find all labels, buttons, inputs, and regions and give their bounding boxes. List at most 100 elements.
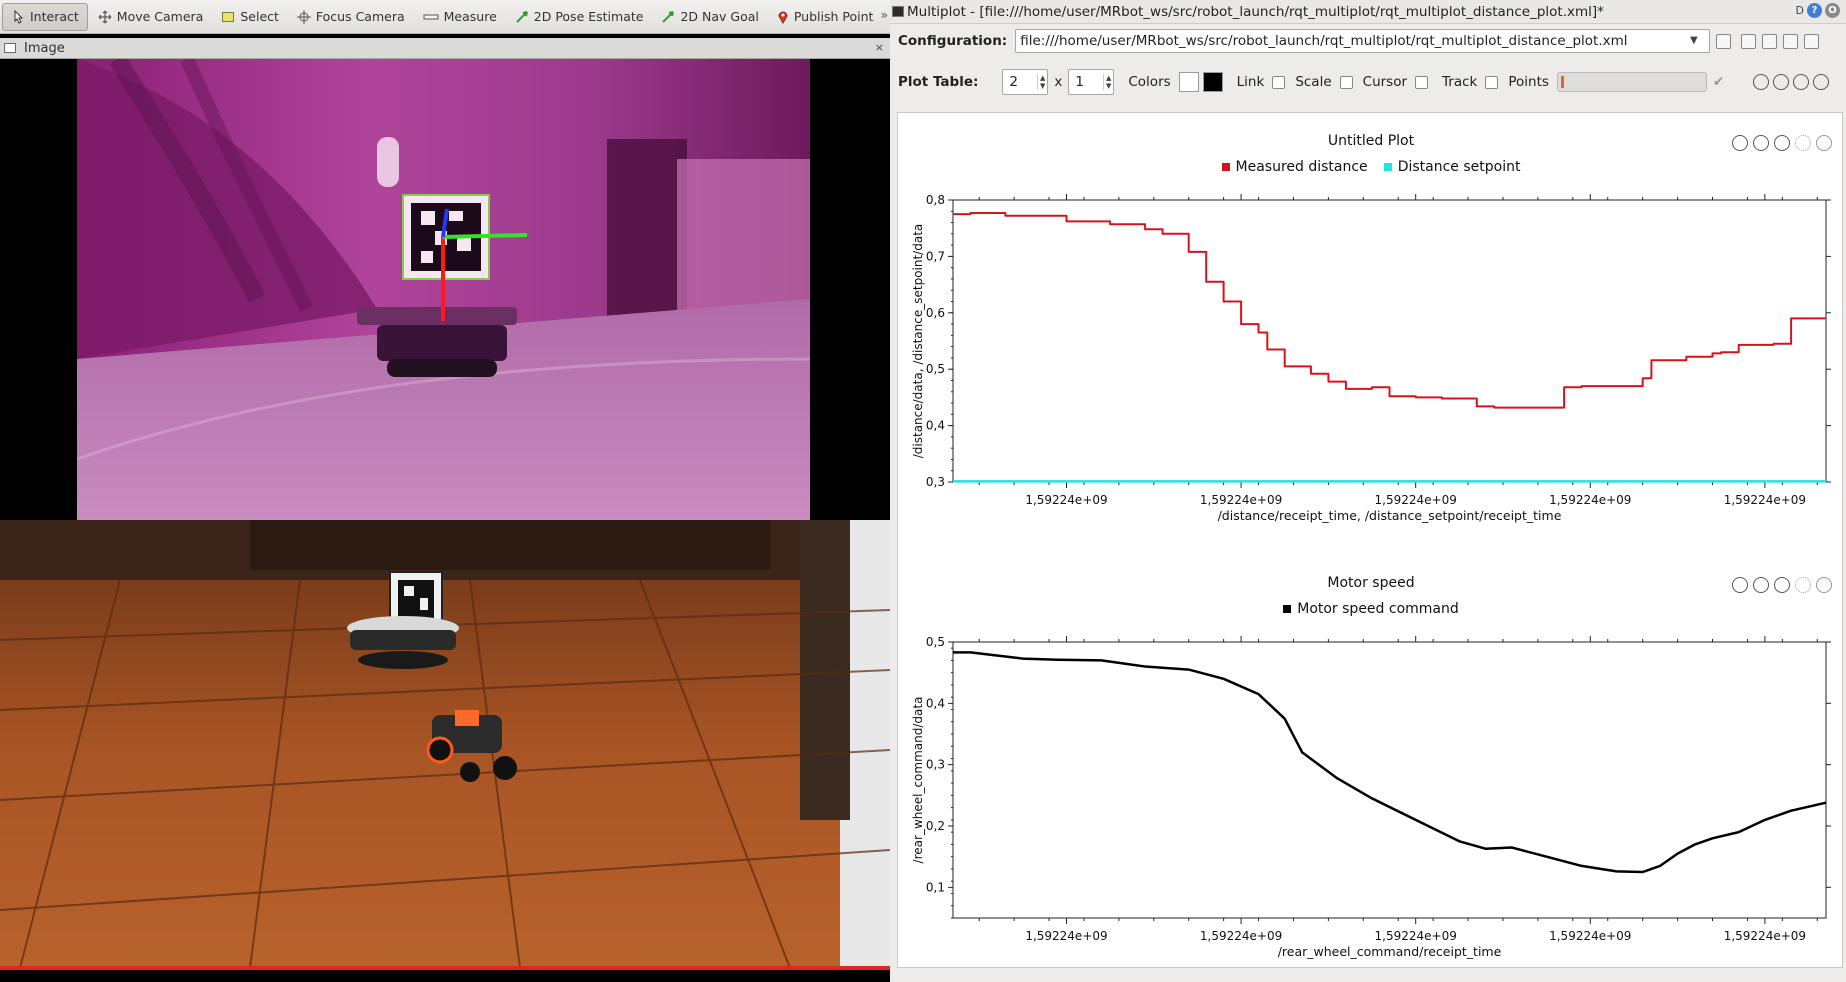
x-tick-label: 1,59224e+09 — [1724, 929, 1806, 943]
play-icon[interactable] — [1752, 74, 1769, 90]
configuration-input[interactable] — [1015, 29, 1711, 53]
close-icon[interactable]: × — [875, 41, 884, 54]
camera-feed-image — [77, 59, 810, 520]
x-tick-label: 1,59224e+09 — [1025, 493, 1107, 507]
export-plot-icon[interactable] — [1774, 135, 1790, 151]
link-checkbox[interactable] — [1272, 75, 1286, 89]
plot-frame — [952, 641, 1827, 919]
save-config-icon[interactable] — [1783, 33, 1799, 49]
settings-icon[interactable] — [1795, 135, 1811, 151]
tool-label: Publish Point — [793, 9, 874, 24]
tool-publish-point[interactable]: Publish Point — [769, 3, 882, 31]
x-tick-label: 1,59224e+09 — [1375, 929, 1457, 943]
clear-icon[interactable] — [1792, 74, 1809, 90]
track-checkbox[interactable] — [1485, 75, 1499, 89]
tool-focus-camera[interactable]: Focus Camera — [289, 3, 413, 31]
image-panel-title: Image — [24, 40, 65, 56]
plot-table-row: Plot Table: 2 ▲ ▼ x 1 ▲ ▼ Colors Link Scal… — [890, 66, 1846, 98]
room-camera-photo — [0, 520, 890, 968]
tool-measure[interactable]: Measure — [415, 3, 505, 31]
x-tick-label: 1,59224e+09 — [1375, 493, 1457, 507]
plot-tools — [1732, 577, 1832, 593]
spin-arrows-icon[interactable]: ▲ ▼ — [1102, 74, 1111, 90]
save-as-config-icon[interactable] — [1804, 33, 1820, 49]
y-axis-label: /distance/data, /distance_setpoint/data — [911, 224, 925, 459]
x-tick-label: 1,59224e+09 — [1200, 929, 1282, 943]
reload-config-icon[interactable] — [1716, 33, 1732, 49]
tool-label: Move Camera — [116, 9, 204, 24]
nav-goal-arrow-icon — [662, 10, 675, 23]
y-tick-label: 0,4 — [926, 696, 945, 710]
plot-legend: Motor speed command — [898, 601, 1844, 617]
configuration-row: Configuration: ▼ — [890, 26, 1846, 56]
x-axis-label: /rear_wheel_command/receipt_time — [1278, 944, 1502, 959]
export-icon[interactable] — [1812, 74, 1829, 90]
clear-plot-icon[interactable] — [1753, 577, 1769, 593]
pause-icon[interactable] — [1772, 74, 1789, 90]
plot-table-label: Plot Table: — [898, 74, 979, 90]
new-config-icon[interactable] — [1741, 33, 1757, 49]
y-tick-label: 0,2 — [926, 819, 945, 833]
settings-icon[interactable] — [1795, 577, 1811, 593]
link-label: Link — [1236, 74, 1265, 90]
y-tick-label: 0,6 — [926, 306, 945, 320]
scale-checkbox[interactable] — [1339, 75, 1353, 89]
rows-spinbox[interactable]: 2 ▲ ▼ — [1002, 69, 1049, 95]
export-plot-icon[interactable] — [1774, 577, 1790, 593]
y-tick-label: 0,5 — [926, 362, 945, 376]
rows-value: 2 — [1009, 74, 1018, 90]
cols-spinbox[interactable]: 1 ▲ ▼ — [1068, 69, 1115, 95]
map-pin-icon — [778, 11, 788, 24]
plot-title: Untitled Plot — [1327, 133, 1415, 149]
cursor-checkbox[interactable] — [1415, 75, 1429, 89]
tool-2d-nav-goal[interactable]: 2D Nav Goal — [653, 3, 766, 31]
zoom-icon[interactable] — [1816, 135, 1832, 151]
cursor-label: Cursor — [1362, 74, 1408, 90]
zoom-icon[interactable] — [1816, 577, 1832, 593]
plot-title: Motor speed — [1327, 575, 1415, 591]
dock-button[interactable]: D — [1796, 4, 1804, 17]
plot-legend: Measured distance Distance setpoint — [898, 159, 1844, 175]
pause-plot-icon[interactable] — [1732, 577, 1748, 593]
slider-handle[interactable] — [1560, 76, 1564, 88]
tool-interact[interactable]: Interact — [2, 2, 88, 31]
tool-2d-pose-estimate[interactable]: 2D Pose Estimate — [507, 3, 652, 31]
image-panel-titlebar: Image × — [0, 38, 890, 59]
close-window-icon[interactable]: O — [1825, 3, 1840, 18]
x-tick-label: 1,59224e+09 — [1549, 929, 1631, 943]
legend-item-motor-speed-command: Motor speed command — [1283, 601, 1459, 617]
pause-plot-icon[interactable] — [1732, 135, 1748, 151]
x-tick-label: 1,59224e+09 — [1200, 493, 1282, 507]
track-slider[interactable] — [1556, 72, 1707, 92]
series-line-measured-distance — [953, 212, 1826, 409]
distance-chart[interactable]: 0,3 0,4 0,5 0,6 0,7 0,8 1,59224e+09 1,59224e+09… — [898, 178, 1844, 558]
open-config-icon[interactable] — [1762, 33, 1778, 49]
configuration-label: Configuration: — [898, 33, 1008, 49]
help-icon[interactable]: ? — [1807, 3, 1822, 18]
toolbar-overflow-button[interactable]: » — [881, 8, 888, 22]
tool-label: Interact — [30, 9, 79, 24]
legend-item-distance-setpoint: Distance setpoint — [1383, 159, 1520, 175]
focus-camera-icon — [296, 9, 311, 24]
tool-label: 2D Pose Estimate — [533, 9, 644, 24]
legend-swatch — [1283, 605, 1292, 613]
tool-label: Focus Camera — [315, 9, 405, 24]
chevron-down-icon[interactable]: ▼ — [1690, 35, 1698, 46]
tool-move-camera[interactable]: Move Camera — [90, 3, 212, 31]
clear-plot-icon[interactable] — [1753, 135, 1769, 151]
tool-select[interactable]: Select — [213, 3, 287, 31]
motor-speed-chart[interactable]: 0,1 0,2 0,3 0,4 0,5 1,59224e+09 1,59224e+09 1,5… — [898, 620, 1844, 969]
checkmark-icon[interactable]: ✔ — [1713, 74, 1725, 90]
y-tick-label: 0,3 — [926, 758, 945, 772]
series-line-motor-speed-command — [953, 651, 1827, 874]
spin-arrows-icon[interactable]: ▲ ▼ — [1036, 74, 1045, 90]
multiplot-titlebar: Multiplot - [file:///home/user/MRbot_ws/… — [890, 0, 1846, 24]
legend-swatch — [1221, 163, 1230, 171]
scale-label: Scale — [1295, 74, 1332, 90]
y-axis-label: /rear_wheel_command/data — [911, 697, 925, 864]
foreground-color-swatch[interactable] — [1202, 72, 1223, 92]
background-color-swatch[interactable] — [1178, 72, 1199, 92]
plot-tools — [1732, 135, 1832, 151]
panel-icon — [4, 43, 16, 53]
measure-icon — [423, 14, 439, 19]
